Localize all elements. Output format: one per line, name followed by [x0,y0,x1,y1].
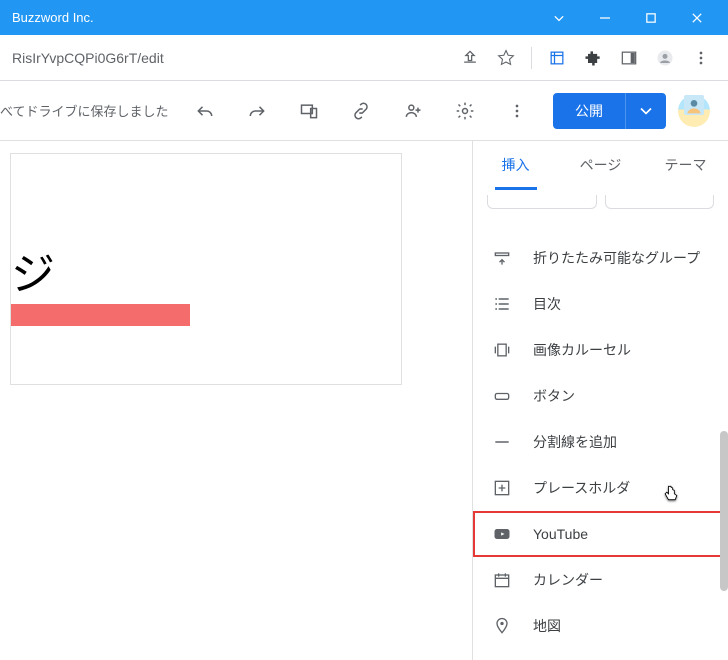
divider-icon [491,431,513,453]
window-close[interactable] [674,0,720,35]
window-maximize[interactable] [628,0,674,35]
insert-item-label: プレースホルダ [533,478,630,498]
carousel-icon [491,339,513,361]
publish-button-group: 公開 [553,93,666,129]
profile-icon[interactable] [650,43,680,73]
insert-item-image-carousel[interactable]: 画像カルーセル [473,327,728,373]
window-title: Buzzword Inc. [12,10,94,25]
insert-item-calendar[interactable]: カレンダー [473,557,728,603]
star-icon[interactable] [491,43,521,73]
window-controls [536,0,720,35]
page-card[interactable]: ジ [10,153,402,385]
avatar[interactable] [678,95,710,127]
insert-item-placeholder[interactable]: プレースホルダ [473,465,728,511]
sites-extension-icon[interactable] [542,43,572,73]
insert-item-label: 地図 [533,616,561,636]
divider [531,47,532,69]
toc-icon [491,293,513,315]
insert-item-youtube[interactable]: YouTube [473,511,728,557]
main-area: ジ 挿入 ページ テーマ 折りたたみ可能なグループ目次画像カルーセルボタン分割線… [0,141,728,660]
insert-item-map[interactable]: 地図 [473,603,728,649]
gear-icon[interactable] [453,99,477,123]
tab-page[interactable]: ページ [558,142,643,188]
side-panel-icon[interactable] [614,43,644,73]
insert-item-toc[interactable]: 目次 [473,281,728,327]
insert-item-label: 目次 [533,294,561,314]
window-minimize[interactable] [582,0,628,35]
link-icon[interactable] [349,99,373,123]
sub-cards-row [473,189,728,209]
browser-address-bar: RisIrYvpCQPi0G6rT/edit [0,35,728,81]
browser-menu-icon[interactable] [686,43,716,73]
publish-dropdown[interactable] [625,93,666,129]
map-icon [491,615,513,637]
insert-item-label: 画像カルーセル [533,340,631,360]
sub-card[interactable] [605,195,715,209]
insert-item-divider[interactable]: 分割線を追加 [473,419,728,465]
more-icon[interactable] [505,99,529,123]
youtube-icon [491,523,513,545]
tab-indicator [495,187,537,190]
publish-button[interactable]: 公開 [553,93,625,129]
side-panel: 挿入 ページ テーマ 折りたたみ可能なグループ目次画像カルーセルボタン分割線を追… [472,141,728,660]
insert-item-button[interactable]: ボタン [473,373,728,419]
tab-insert[interactable]: 挿入 [473,142,558,188]
editor-canvas[interactable]: ジ [0,141,472,660]
extensions-icon[interactable] [578,43,608,73]
app-toolbar: べてドライブに保存しました 公開 [0,81,728,141]
add-person-icon[interactable] [401,99,425,123]
share-icon[interactable] [455,43,485,73]
tab-theme[interactable]: テーマ [643,142,728,188]
insert-item-label: 折りたたみ可能なグループ [533,248,700,268]
button-icon [491,385,513,407]
page-heading[interactable]: ジ [11,238,55,302]
insert-list: 折りたたみ可能なグループ目次画像カルーセルボタン分割線を追加プレースホルダ You… [473,235,728,649]
insert-item-label: 分割線を追加 [533,432,617,452]
collapse-icon [491,247,513,269]
insert-item-collapsible-group[interactable]: 折りたたみ可能なグループ [473,235,728,281]
window-titlebar: Buzzword Inc. [0,0,728,35]
side-tabs: 挿入 ページ テーマ [473,141,728,189]
insert-item-label: ボタン [533,386,575,406]
insert-item-label: YouTube [533,526,588,542]
sub-card[interactable] [487,195,597,209]
url-text[interactable]: RisIrYvpCQPi0G6rT/edit [12,50,455,66]
placeholder-icon [491,477,513,499]
calendar-icon [491,569,513,591]
scrollbar-thumb[interactable] [720,431,728,591]
window-dropdown[interactable] [536,0,582,35]
undo-icon[interactable] [193,99,217,123]
insert-item-label: カレンダー [533,570,603,590]
selected-block-highlight[interactable] [11,304,190,326]
save-status: べてドライブに保存しました [0,101,168,120]
devices-preview-icon[interactable] [297,99,321,123]
redo-icon[interactable] [245,99,269,123]
